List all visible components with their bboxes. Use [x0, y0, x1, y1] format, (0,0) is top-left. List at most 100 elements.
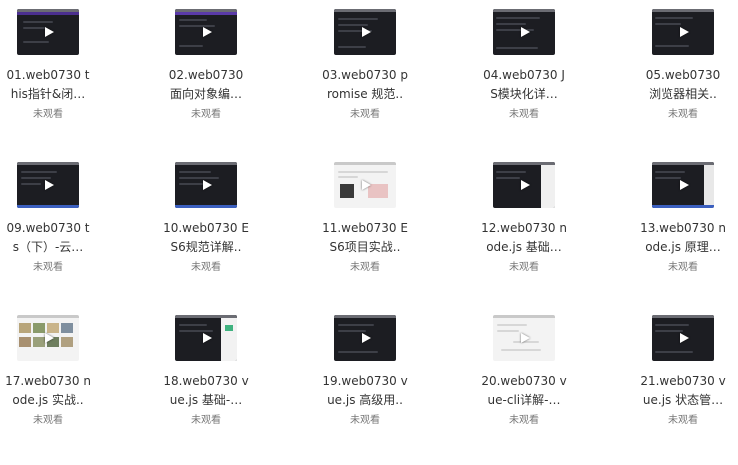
play-icon	[362, 333, 371, 343]
video-title-line: 18.web0730 v	[163, 374, 249, 388]
watch-status: 未观看	[191, 415, 221, 426]
video-title-line: 浏览器相关..	[649, 87, 717, 101]
play-icon	[680, 333, 689, 343]
video-title[interactable]: 05.web0730 浏览器相关..	[623, 66, 738, 104]
video-title-line: 20.web0730 v	[481, 374, 567, 388]
video-title-line: ue.js 高级用..	[327, 393, 403, 407]
watch-status: 未观看	[33, 415, 63, 426]
video-tile[interactable]: 18.web0730 v ue.js 基础-… 未观看	[146, 315, 266, 465]
video-title-line: s（下）-云…	[12, 240, 84, 254]
video-title[interactable]: 09.web0730 t s（下）-云…	[0, 219, 108, 257]
video-tile[interactable]: 03.web0730 p romise 规范.. 未观看	[305, 9, 425, 159]
video-title-line: 19.web0730 v	[322, 374, 408, 388]
video-title-line: ue-cli详解-…	[487, 393, 561, 407]
video-title[interactable]: 21.web0730 v ue.js 状态管…	[623, 372, 738, 410]
video-thumbnail[interactable]	[334, 162, 396, 208]
watch-status: 未观看	[350, 262, 380, 273]
video-title[interactable]: 13.web0730 n ode.js 原理…	[623, 219, 738, 257]
play-icon	[521, 333, 530, 343]
video-tile[interactable]: 11.web0730 E S6项目实战.. 未观看	[305, 162, 425, 312]
play-icon	[45, 180, 54, 190]
video-thumbnail[interactable]	[652, 9, 714, 55]
watch-status: 未观看	[668, 262, 698, 273]
video-tile[interactable]: 04.web0730 J S模块化详… 未观看	[464, 9, 584, 159]
video-title[interactable]: 18.web0730 v ue.js 基础-…	[146, 372, 266, 410]
video-title-line: 05.web0730	[645, 68, 721, 82]
video-thumbnail[interactable]	[652, 315, 714, 361]
video-thumbnail[interactable]	[175, 9, 237, 55]
video-thumbnail[interactable]	[493, 9, 555, 55]
video-tile[interactable]: 20.web0730 v ue-cli详解-… 未观看	[464, 315, 584, 465]
video-tile[interactable]: 02.web0730 面向对象编… 未观看	[146, 9, 266, 159]
video-title[interactable]: 12.web0730 n ode.js 基础…	[464, 219, 584, 257]
video-tile[interactable]: 12.web0730 n ode.js 基础… 未观看	[464, 162, 584, 312]
video-thumbnail[interactable]	[175, 315, 237, 361]
video-thumbnail[interactable]	[334, 315, 396, 361]
watch-status: 未观看	[509, 109, 539, 120]
video-thumbnail[interactable]	[334, 9, 396, 55]
video-title-line: 11.web0730 E	[322, 221, 408, 235]
video-title[interactable]: 01.web0730 t his指针&闭…	[0, 66, 108, 104]
play-icon	[521, 180, 530, 190]
video-tile[interactable]: 21.web0730 v ue.js 状态管… 未观看	[623, 315, 738, 465]
video-grid: 01.web0730 t his指针&闭… 未观看 02.web0730 面向对…	[0, 0, 738, 454]
video-title-line: 03.web0730 p	[322, 68, 408, 82]
video-title-line: S6项目实战..	[329, 240, 401, 254]
video-title-line: 面向对象编…	[169, 87, 242, 101]
video-title-line: his指针&闭…	[10, 87, 86, 101]
video-thumbnail[interactable]	[17, 162, 79, 208]
video-title-line: ue.js 基础-…	[169, 393, 243, 407]
video-title[interactable]: 20.web0730 v ue-cli详解-…	[464, 372, 584, 410]
video-title-line: 04.web0730 J	[483, 68, 565, 82]
video-title-line: 01.web0730 t	[6, 68, 90, 82]
video-tile[interactable]: 01.web0730 t his指针&闭… 未观看	[0, 9, 108, 159]
play-icon	[203, 333, 212, 343]
video-thumbnail[interactable]	[493, 162, 555, 208]
play-icon	[203, 180, 212, 190]
play-icon	[45, 27, 54, 37]
video-title-line: S6规范详解..	[170, 240, 242, 254]
video-tile[interactable]: 09.web0730 t s（下）-云… 未观看	[0, 162, 108, 312]
play-icon	[680, 180, 689, 190]
video-title-line: 09.web0730 t	[6, 221, 90, 235]
video-title-line: 21.web0730 v	[640, 374, 726, 388]
watch-status: 未观看	[668, 415, 698, 426]
video-title-line: 13.web0730 n	[640, 221, 726, 235]
video-title-line: ue.js 状态管…	[642, 393, 724, 407]
watch-status: 未观看	[33, 109, 63, 120]
play-icon	[680, 27, 689, 37]
watch-status: 未观看	[668, 109, 698, 120]
video-title[interactable]: 10.web0730 E S6规范详解..	[146, 219, 266, 257]
video-title[interactable]: 03.web0730 p romise 规范..	[305, 66, 425, 104]
video-tile[interactable]: 17.web0730 n ode.js 实战.. 未观看	[0, 315, 108, 465]
video-title-line: 17.web0730 n	[5, 374, 91, 388]
video-title-line: 02.web0730	[168, 68, 244, 82]
video-title-line: ode.js 实战..	[12, 393, 84, 407]
video-title-line: 10.web0730 E	[163, 221, 249, 235]
video-title[interactable]: 02.web0730 面向对象编…	[146, 66, 266, 104]
video-title[interactable]: 11.web0730 E S6项目实战..	[305, 219, 425, 257]
video-thumbnail[interactable]	[493, 315, 555, 361]
play-icon	[203, 27, 212, 37]
video-tile[interactable]: 13.web0730 n ode.js 原理… 未观看	[623, 162, 738, 312]
video-thumbnail[interactable]	[175, 162, 237, 208]
watch-status: 未观看	[191, 109, 221, 120]
play-icon	[45, 333, 54, 343]
watch-status: 未观看	[350, 109, 380, 120]
play-icon	[521, 27, 530, 37]
video-tile[interactable]: 10.web0730 E S6规范详解.. 未观看	[146, 162, 266, 312]
video-title-line: ode.js 基础…	[486, 240, 562, 254]
watch-status: 未观看	[509, 262, 539, 273]
video-thumbnail[interactable]	[17, 9, 79, 55]
video-thumbnail[interactable]	[17, 315, 79, 361]
video-thumbnail[interactable]	[652, 162, 714, 208]
video-title[interactable]: 19.web0730 v ue.js 高级用..	[305, 372, 425, 410]
video-title-line: ode.js 原理…	[645, 240, 721, 254]
video-title[interactable]: 04.web0730 J S模块化详…	[464, 66, 584, 104]
watch-status: 未观看	[33, 262, 63, 273]
video-title[interactable]: 17.web0730 n ode.js 实战..	[0, 372, 108, 410]
video-title-line: romise 规范..	[326, 87, 404, 101]
video-tile[interactable]: 19.web0730 v ue.js 高级用.. 未观看	[305, 315, 425, 465]
video-tile[interactable]: 05.web0730 浏览器相关.. 未观看	[623, 9, 738, 159]
video-title-line: S模块化详…	[490, 87, 558, 101]
